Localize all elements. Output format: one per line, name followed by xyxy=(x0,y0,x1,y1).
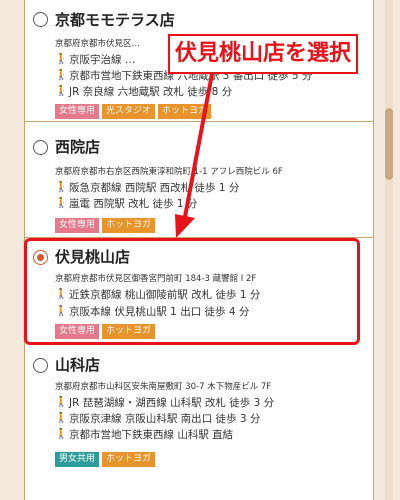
annotation-callout: 伏見桃山店を選択 xyxy=(168,34,358,74)
annotation-callout-text: 伏見桃山店を選択 xyxy=(174,41,351,66)
annotation-arrow-icon xyxy=(175,72,214,238)
